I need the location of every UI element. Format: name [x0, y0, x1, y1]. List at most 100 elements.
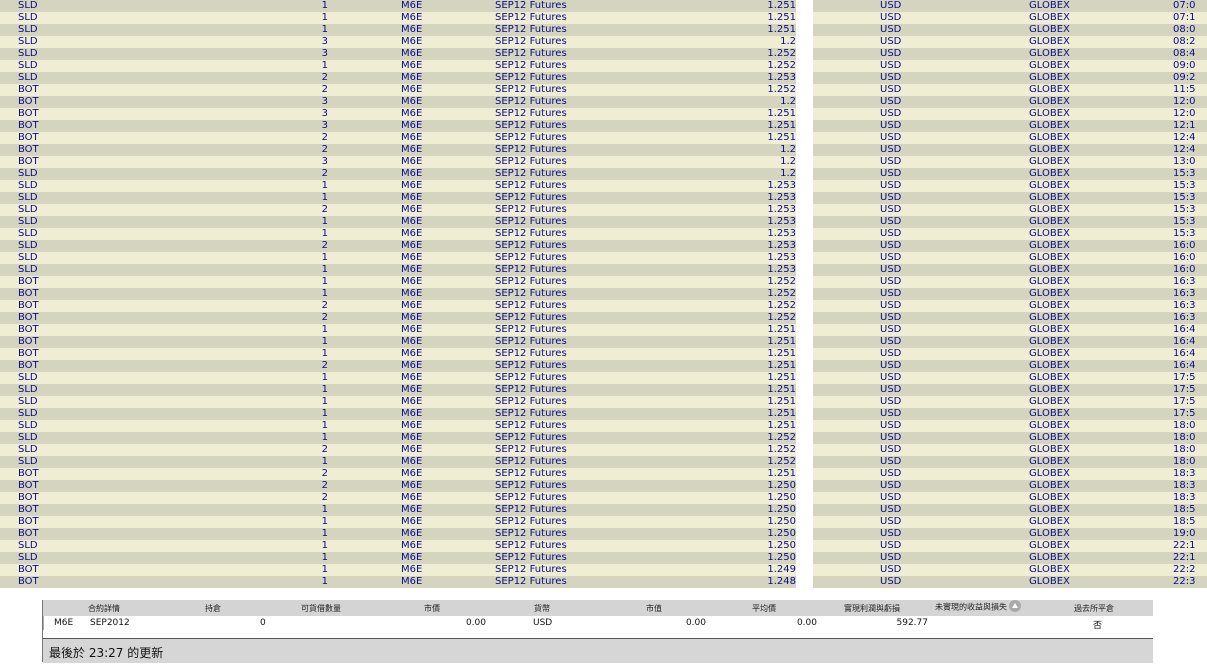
header-closed[interactable]: 過去所平倉 [1074, 603, 1114, 614]
trade-row[interactable]: BOT 1 M6E SEP12 Futures 1.250 [0, 516, 796, 528]
trade-row[interactable]: BOT 1 M6E SEP12 Futures 1.252 [0, 276, 796, 288]
trade-row[interactable]: SLD 2 M6E SEP12 Futures 1.252 [0, 444, 796, 456]
trade-row[interactable]: SLD 1 M6E SEP12 Futures 1.252 [0, 432, 796, 444]
trade-row[interactable]: SLD 1 M6E SEP12 Futures 1.251 [0, 384, 796, 396]
header-contract[interactable]: 合約詳情 [88, 603, 120, 614]
trade-row-detail[interactable]: USD GLOBEX 17:5 [813, 396, 1207, 408]
trade-row[interactable]: BOT 2 M6E SEP12 Futures 1.251 [0, 468, 796, 480]
trade-row[interactable]: SLD 3 M6E SEP12 Futures 1.2 [0, 36, 796, 48]
trade-row[interactable]: BOT 3 M6E SEP12 Futures 1.2 [0, 96, 796, 108]
trade-row[interactable]: BOT 3 M6E SEP12 Futures 1.2 [0, 156, 796, 168]
header-market-price[interactable]: 市價 [424, 603, 440, 614]
trade-row[interactable]: BOT 1 M6E SEP12 Futures 1.250 [0, 528, 796, 540]
trade-row-detail[interactable]: USD GLOBEX 16:4 [813, 336, 1207, 348]
trade-row-detail[interactable]: USD GLOBEX 08:2 [813, 36, 1207, 48]
trade-row-detail[interactable]: USD GLOBEX 18:5 [813, 504, 1207, 516]
trade-row-detail[interactable]: USD GLOBEX 07:1 [813, 12, 1207, 24]
trade-row[interactable]: SLD 2 M6E SEP12 Futures 1.253 [0, 72, 796, 84]
trade-row-detail[interactable]: USD GLOBEX 12:0 [813, 96, 1207, 108]
header-market-value[interactable]: 市值 [646, 603, 662, 614]
trade-row[interactable]: SLD 1 M6E SEP12 Futures 1.251 [0, 408, 796, 420]
trade-row[interactable]: BOT 2 M6E SEP12 Futures 1.252 [0, 312, 796, 324]
trade-row[interactable]: SLD 1 M6E SEP12 Futures 1.250 [0, 540, 796, 552]
header-position[interactable]: 持倉 [205, 603, 221, 614]
trade-row-detail[interactable]: USD GLOBEX 22:2 [813, 564, 1207, 576]
trade-row[interactable]: BOT 1 M6E SEP12 Futures 1.249 [0, 564, 796, 576]
trade-row[interactable]: BOT 2 M6E SEP12 Futures 1.2 [0, 144, 796, 156]
trade-row-detail[interactable]: USD GLOBEX 18:0 [813, 444, 1207, 456]
trade-row-detail[interactable]: USD GLOBEX 18:3 [813, 468, 1207, 480]
trade-row[interactable]: BOT 2 M6E SEP12 Futures 1.250 [0, 480, 796, 492]
trade-row-detail[interactable]: USD GLOBEX 11:5 [813, 84, 1207, 96]
header-avg-price[interactable]: 平均價 [752, 603, 776, 614]
header-realized-pnl[interactable]: 實現利潤與虧損 [844, 603, 900, 614]
trade-row-detail[interactable]: USD GLOBEX 18:0 [813, 420, 1207, 432]
trade-row-detail[interactable]: USD GLOBEX 15:3 [813, 228, 1207, 240]
trade-row-detail[interactable]: USD GLOBEX 16:4 [813, 360, 1207, 372]
trade-row-detail[interactable]: USD GLOBEX 22:1 [813, 540, 1207, 552]
trade-row-detail[interactable]: USD GLOBEX 16:3 [813, 300, 1207, 312]
trade-row[interactable]: SLD 1 M6E SEP12 Futures 1.253 [0, 216, 796, 228]
trade-row-detail[interactable]: USD GLOBEX 16:4 [813, 348, 1207, 360]
trade-row[interactable]: SLD 1 M6E SEP12 Futures 1.251 [0, 0, 796, 12]
trade-row[interactable]: SLD 1 M6E SEP12 Futures 1.253 [0, 228, 796, 240]
trade-row[interactable]: BOT 1 M6E SEP12 Futures 1.251 [0, 336, 796, 348]
trade-row-detail[interactable]: USD GLOBEX 17:5 [813, 408, 1207, 420]
trade-row-detail[interactable]: USD GLOBEX 12:4 [813, 144, 1207, 156]
trade-row[interactable]: BOT 1 M6E SEP12 Futures 1.251 [0, 324, 796, 336]
trade-row[interactable]: SLD 2 M6E SEP12 Futures 1.2 [0, 168, 796, 180]
trade-row-detail[interactable]: USD GLOBEX 16:0 [813, 264, 1207, 276]
trade-row[interactable]: BOT 1 M6E SEP12 Futures 1.252 [0, 288, 796, 300]
trade-row-detail[interactable]: USD GLOBEX 19:0 [813, 528, 1207, 540]
trade-row-detail[interactable]: USD GLOBEX 22:3 [813, 576, 1207, 588]
trade-row[interactable]: BOT 3 M6E SEP12 Futures 1.251 [0, 120, 796, 132]
trade-row-detail[interactable]: USD GLOBEX 09:0 [813, 60, 1207, 72]
summary-row[interactable]: M6E SEP2012 0 0.00 USD 0.00 0.00 592.77 … [43, 616, 1154, 631]
trade-row-detail[interactable]: USD GLOBEX 18:0 [813, 432, 1207, 444]
trade-row[interactable]: SLD 1 M6E SEP12 Futures 1.251 [0, 420, 796, 432]
trade-row-detail[interactable]: USD GLOBEX 16:3 [813, 276, 1207, 288]
trade-row-detail[interactable]: USD GLOBEX 15:3 [813, 216, 1207, 228]
trade-row-detail[interactable]: USD GLOBEX 15:3 [813, 180, 1207, 192]
trade-row-detail[interactable]: USD GLOBEX 16:3 [813, 288, 1207, 300]
trade-row[interactable]: SLD 1 M6E SEP12 Futures 1.251 [0, 24, 796, 36]
trade-row[interactable]: BOT 2 M6E SEP12 Futures 1.252 [0, 300, 796, 312]
trade-row-detail[interactable]: USD GLOBEX 12:0 [813, 108, 1207, 120]
trade-row-detail[interactable]: USD GLOBEX 12:4 [813, 132, 1207, 144]
trade-row-detail[interactable]: USD GLOBEX 16:0 [813, 252, 1207, 264]
trade-row-detail[interactable]: USD GLOBEX 16:3 [813, 312, 1207, 324]
trade-row[interactable]: BOT 2 M6E SEP12 Futures 1.251 [0, 360, 796, 372]
trade-row-detail[interactable]: USD GLOBEX 12:1 [813, 120, 1207, 132]
trade-row-detail[interactable]: USD GLOBEX 18:3 [813, 492, 1207, 504]
trade-row[interactable]: BOT 1 M6E SEP12 Futures 1.248 [0, 576, 796, 588]
trade-row[interactable]: SLD 1 M6E SEP12 Futures 1.252 [0, 456, 796, 468]
trade-row[interactable]: SLD 1 M6E SEP12 Futures 1.253 [0, 180, 796, 192]
trade-row[interactable]: BOT 3 M6E SEP12 Futures 1.251 [0, 108, 796, 120]
header-unrealized-pnl[interactable]: 未實現的收益與損失 [935, 600, 1021, 613]
trade-row[interactable]: SLD 1 M6E SEP12 Futures 1.251 [0, 12, 796, 24]
trade-row-detail[interactable]: USD GLOBEX 16:0 [813, 240, 1207, 252]
trade-row[interactable]: SLD 1 M6E SEP12 Futures 1.252 [0, 60, 796, 72]
trade-row[interactable]: SLD 1 M6E SEP12 Futures 1.253 [0, 192, 796, 204]
trade-row-detail[interactable]: USD GLOBEX 08:0 [813, 24, 1207, 36]
trade-row[interactable]: BOT 2 M6E SEP12 Futures 1.251 [0, 132, 796, 144]
trade-row[interactable]: BOT 1 M6E SEP12 Futures 1.251 [0, 348, 796, 360]
trade-row-detail[interactable]: USD GLOBEX 18:5 [813, 516, 1207, 528]
trade-row-detail[interactable]: USD GLOBEX 07:0 [813, 0, 1207, 12]
trade-row[interactable]: SLD 2 M6E SEP12 Futures 1.253 [0, 240, 796, 252]
trade-row-detail[interactable]: USD GLOBEX 17:5 [813, 384, 1207, 396]
trade-row-detail[interactable]: USD GLOBEX 16:4 [813, 324, 1207, 336]
sort-ascending-icon[interactable] [1009, 600, 1021, 612]
trade-row[interactable]: SLD 1 M6E SEP12 Futures 1.251 [0, 372, 796, 384]
header-available[interactable]: 可貨借數量 [301, 603, 341, 614]
trade-row-detail[interactable]: USD GLOBEX 13:0 [813, 156, 1207, 168]
trade-row-detail[interactable]: USD GLOBEX 08:4 [813, 48, 1207, 60]
trade-row[interactable]: SLD 3 M6E SEP12 Futures 1.252 [0, 48, 796, 60]
trade-row[interactable]: SLD 2 M6E SEP12 Futures 1.253 [0, 204, 796, 216]
trade-row-detail[interactable]: USD GLOBEX 18:3 [813, 480, 1207, 492]
trade-row-detail[interactable]: USD GLOBEX 15:3 [813, 204, 1207, 216]
trade-row[interactable]: SLD 1 M6E SEP12 Futures 1.251 [0, 396, 796, 408]
trade-row-detail[interactable]: USD GLOBEX 17:5 [813, 372, 1207, 384]
trade-row-detail[interactable]: USD GLOBEX 15:3 [813, 192, 1207, 204]
trade-row[interactable]: BOT 2 M6E SEP12 Futures 1.250 [0, 492, 796, 504]
